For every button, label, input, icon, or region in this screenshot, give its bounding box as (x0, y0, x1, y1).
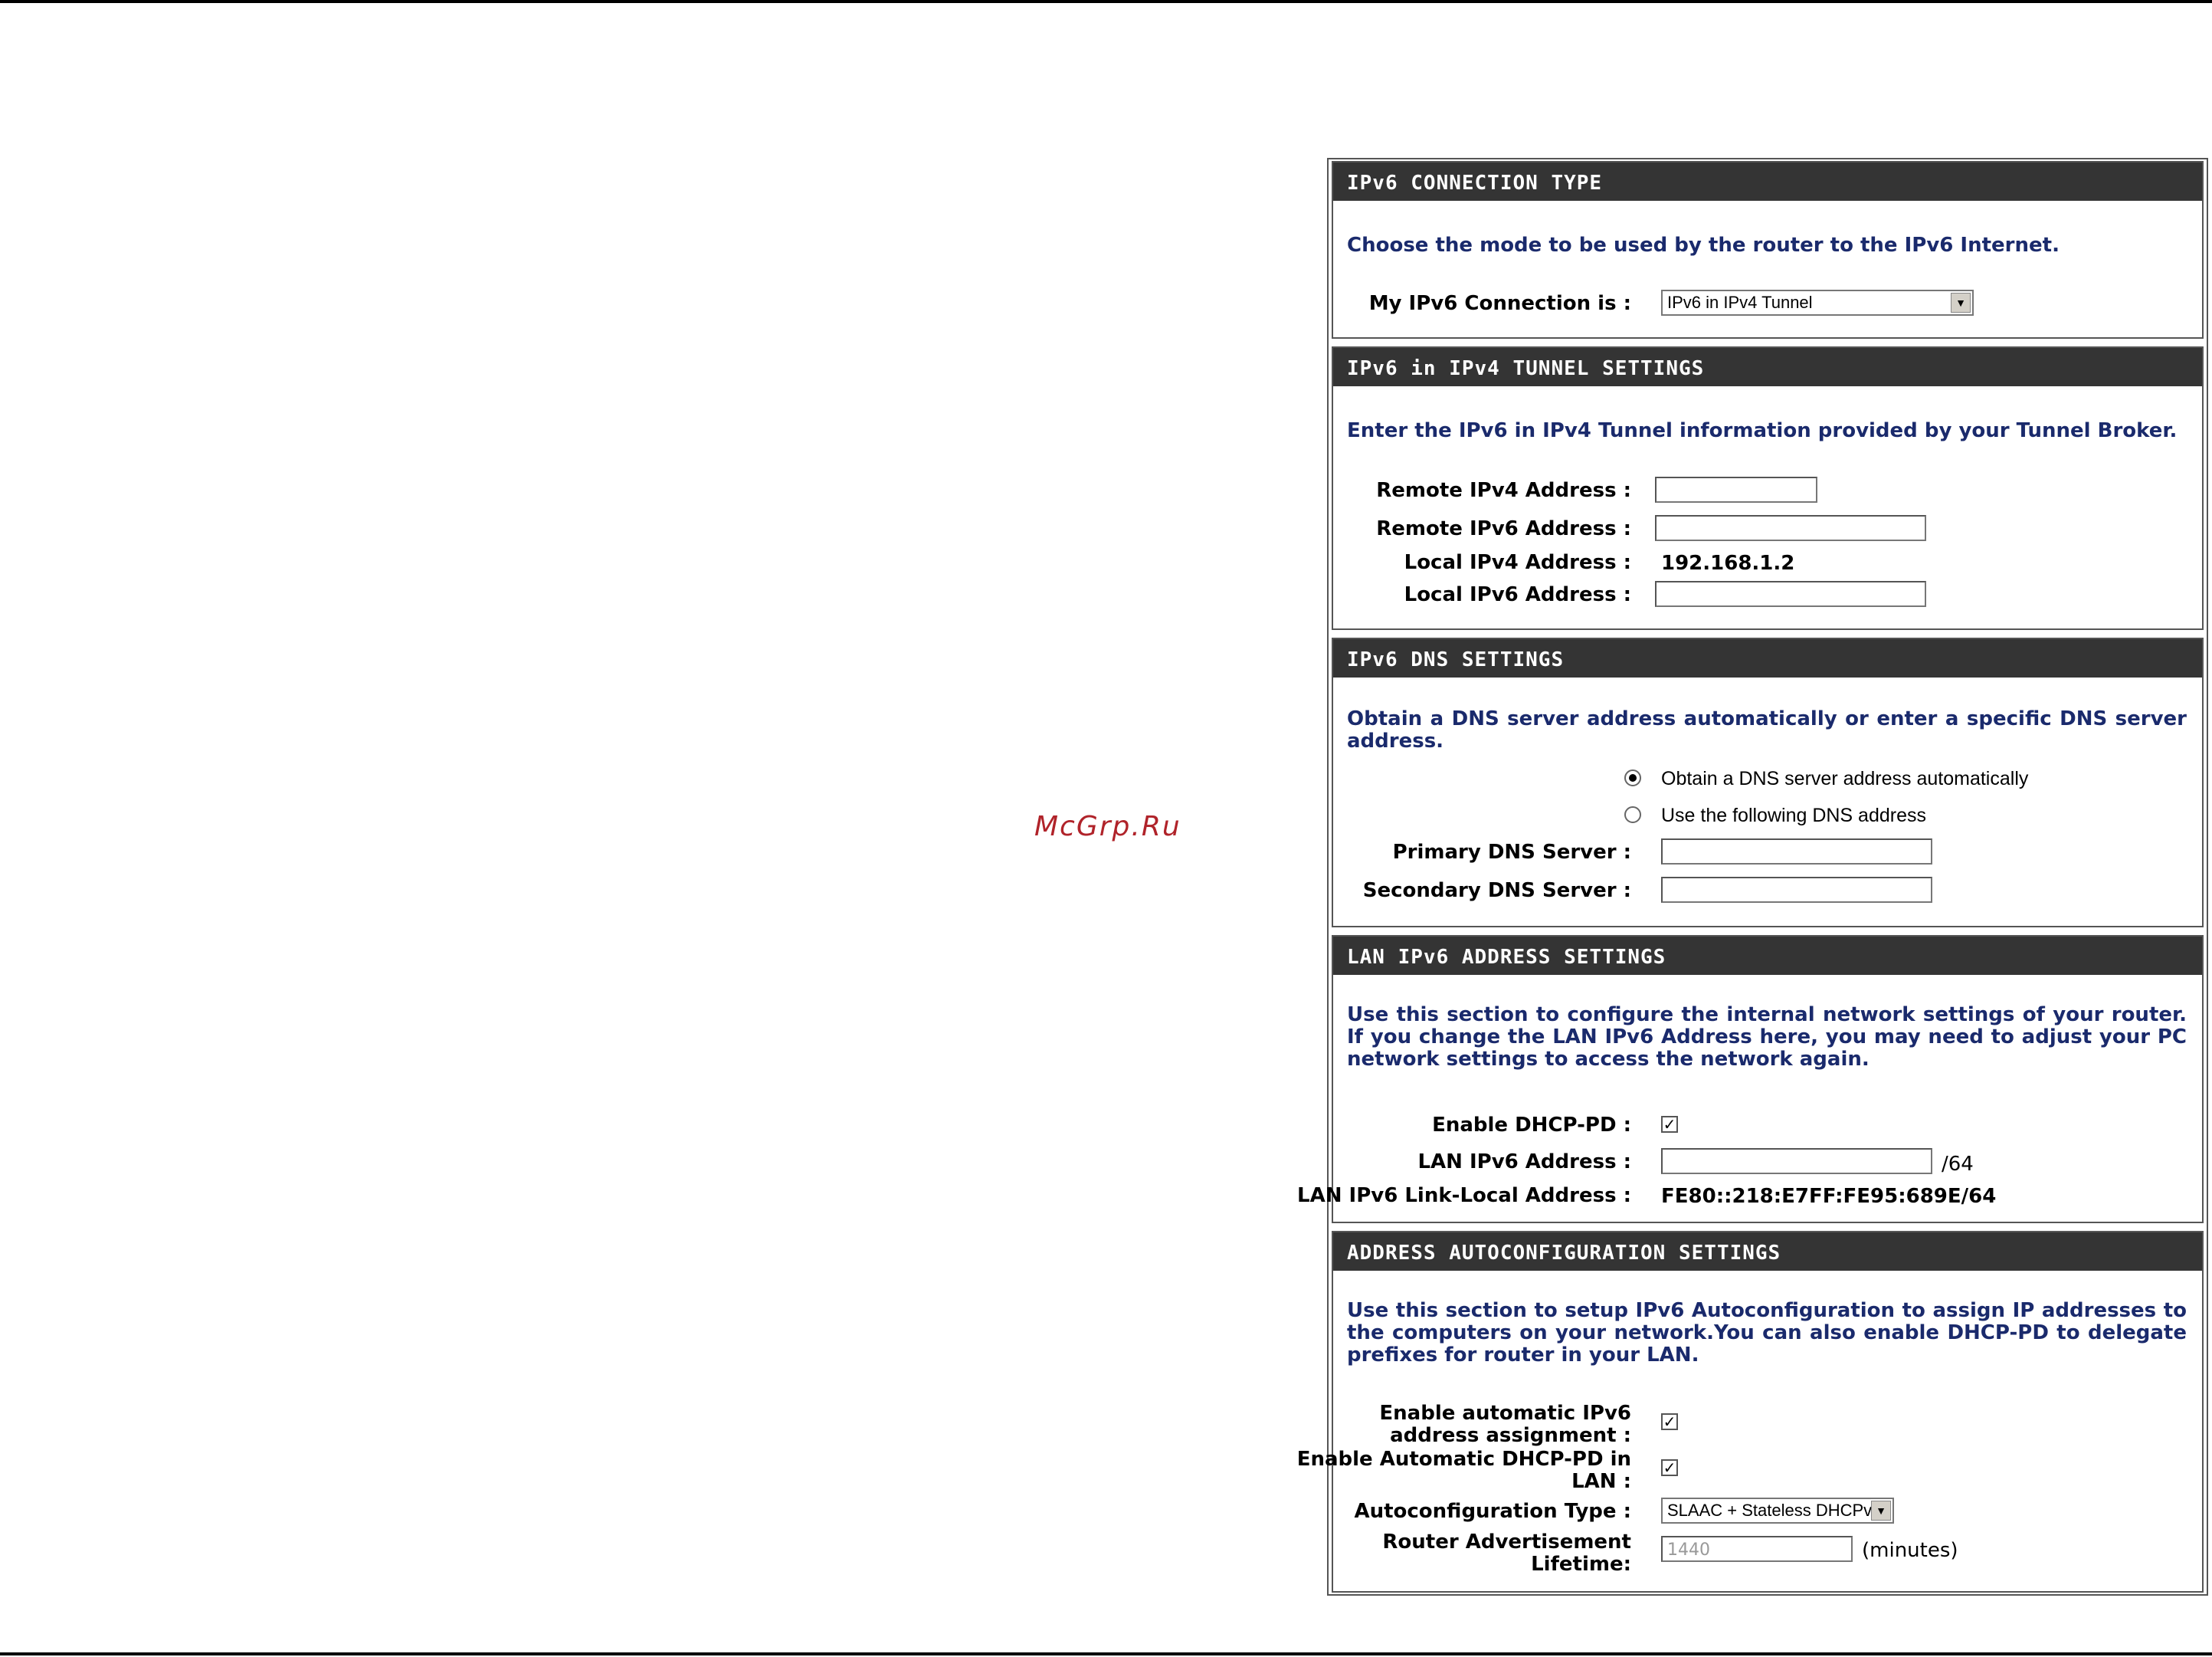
autoconfig-type-select[interactable]: SLAAC + Stateless DHCPv6 ▼ (1661, 1498, 1894, 1524)
autoconfig-type-label: Autoconfiguration Type : (1354, 1500, 1631, 1523)
dns-settings-header: IPv6 DNS SETTINGS (1333, 639, 2202, 678)
lan-settings-description: Use this section to configure the intern… (1347, 1003, 2187, 1071)
local-ipv6-input[interactable] (1655, 581, 1926, 607)
tunnel-settings-header: IPv6 in IPv4 TUNNEL SETTINGS (1333, 348, 2202, 386)
connection-type-section: IPv6 CONNECTION TYPE Choose the mode to … (1332, 161, 2204, 339)
watermark: McGrp.Ru (1034, 811, 1181, 842)
checkmark-icon: ✓ (1663, 1413, 1676, 1431)
autoconfig-section: ADDRESS AUTOCONFIGURATION SETTINGS Use t… (1297, 1231, 2204, 1593)
auto-dhcp-pd-label: Enable Automatic DHCP-PD in LAN : (1296, 1448, 1631, 1493)
lan-ipv6-address-label: LAN IPv6 Address : (1417, 1150, 1631, 1173)
autoconfig-description: Use this section to setup IPv6 Autoconfi… (1347, 1299, 2187, 1367)
dropdown-arrow-icon[interactable]: ▼ (1951, 293, 1971, 313)
lan-settings-section: LAN IPv6 ADDRESS SETTINGS Use this secti… (1297, 935, 2204, 1223)
bottom-rule (0, 1652, 2212, 1655)
ra-lifetime-input[interactable]: 1440 (1661, 1536, 1853, 1562)
primary-dns-input[interactable] (1661, 838, 1932, 865)
autoconfig-header: ADDRESS AUTOCONFIGURATION SETTINGS (1333, 1232, 2202, 1271)
link-local-value: FE80::218:E7FF:FE95:689E/64 (1661, 1185, 1997, 1208)
checkmark-icon: ✓ (1663, 1115, 1676, 1134)
remote-ipv4-label: Remote IPv4 Address : (1376, 479, 1631, 502)
dns-settings-description: Obtain a DNS server address automaticall… (1347, 707, 2187, 753)
dns-auto-radio[interactable] (1624, 769, 1641, 786)
dhcp-pd-checkbox[interactable]: ✓ (1661, 1116, 1678, 1133)
autoconfig-type-selected: SLAAC + Stateless DHCPv6 (1667, 1501, 1882, 1520)
primary-dns-label: Primary DNS Server : (1392, 841, 1631, 864)
connection-type-description: Choose the mode to be used by the router… (1347, 234, 2060, 257)
local-ipv4-label: Local IPv4 Address : (1404, 551, 1631, 574)
secondary-dns-label: Secondary DNS Server : (1362, 879, 1631, 902)
connection-type-header: IPv6 CONNECTION TYPE (1333, 162, 2202, 201)
auto-dhcp-pd-checkbox[interactable]: ✓ (1661, 1459, 1678, 1476)
dropdown-arrow-icon[interactable]: ▼ (1871, 1501, 1891, 1521)
remote-ipv6-input[interactable] (1655, 515, 1926, 541)
radio-selected-dot (1629, 774, 1637, 782)
dns-auto-option-label: Obtain a DNS server address automaticall… (1661, 768, 2029, 789)
auto-assign-checkbox[interactable]: ✓ (1661, 1413, 1678, 1430)
connection-type-label: My IPv6 Connection is : (1368, 292, 1631, 315)
dhcp-pd-label: Enable DHCP-PD : (1432, 1114, 1631, 1137)
dns-settings-section: IPv6 DNS SETTINGS Obtain a DNS server ad… (1332, 638, 2204, 927)
remote-ipv6-label: Remote IPv6 Address : (1376, 517, 1631, 540)
ra-lifetime-label: Router Advertisement Lifetime: (1382, 1531, 1631, 1576)
ipv6-settings-panel: IPv6 CONNECTION TYPE Choose the mode to … (1297, 158, 2208, 1596)
checkmark-icon: ✓ (1663, 1458, 1676, 1477)
local-ipv6-label: Local IPv6 Address : (1404, 583, 1631, 606)
remote-ipv4-input[interactable] (1655, 477, 1817, 503)
tunnel-settings-description: Enter the IPv6 in IPv4 Tunnel informatio… (1347, 419, 2178, 442)
top-rule (0, 0, 2212, 3)
connection-type-selected: IPv6 in IPv4 Tunnel (1667, 293, 1813, 312)
dns-manual-radio[interactable] (1624, 806, 1641, 823)
lan-settings-header: LAN IPv6 ADDRESS SETTINGS (1333, 937, 2202, 975)
tunnel-settings-section: IPv6 in IPv4 TUNNEL SETTINGS Enter the I… (1332, 346, 2204, 630)
connection-type-select[interactable]: IPv6 in IPv4 Tunnel ▼ (1661, 290, 1974, 316)
local-ipv4-value: 192.168.1.2 (1661, 552, 1795, 575)
secondary-dns-input[interactable] (1661, 877, 1932, 903)
link-local-label: LAN IPv6 Link-Local Address : (1297, 1184, 1631, 1207)
prefix-length-suffix: /64 (1942, 1153, 1974, 1176)
lan-ipv6-address-input[interactable] (1661, 1148, 1932, 1174)
auto-assign-label: Enable automatic IPv6 address assignment… (1379, 1402, 1631, 1447)
dns-manual-option-label: Use the following DNS address (1661, 805, 1926, 826)
ra-lifetime-unit: (minutes) (1862, 1539, 1958, 1562)
